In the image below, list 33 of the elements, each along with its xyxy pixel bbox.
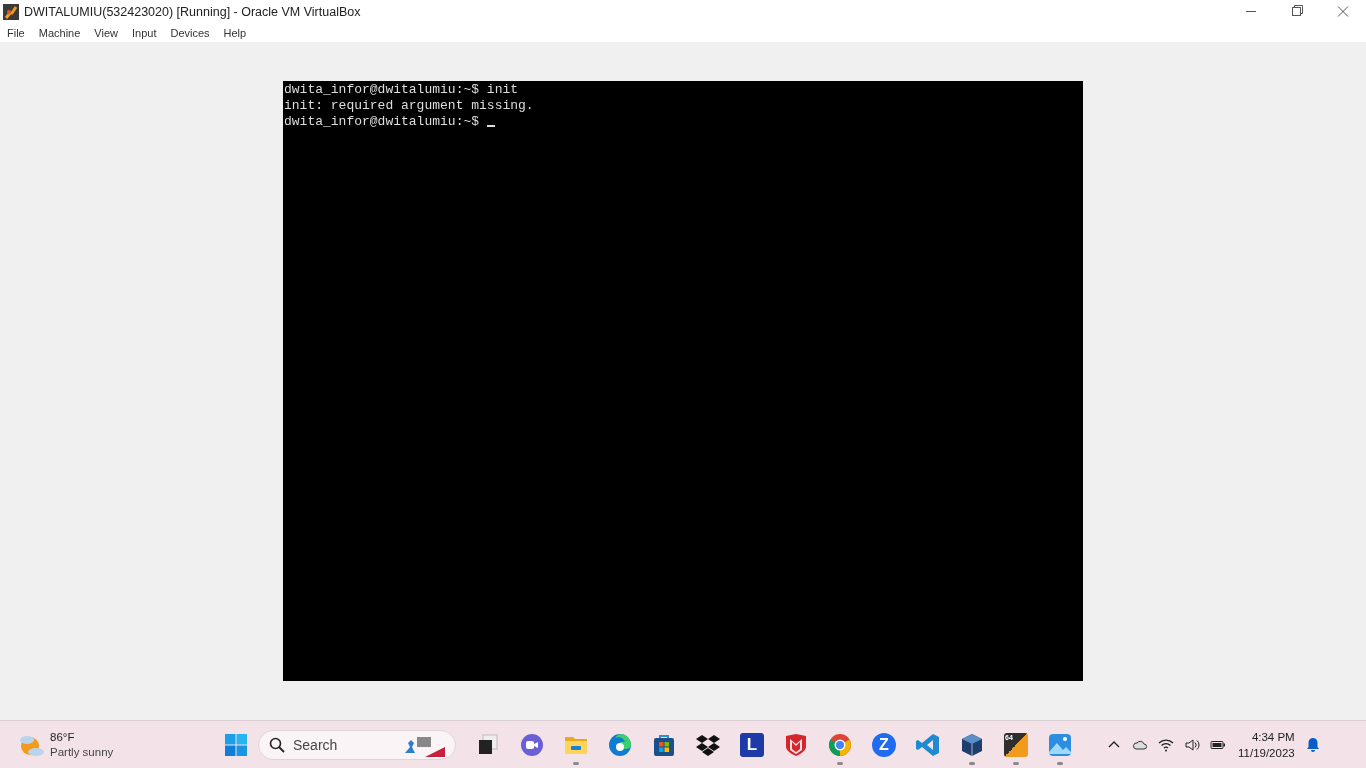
notification-bell-icon[interactable] xyxy=(1304,736,1321,753)
shopping-bag-icon xyxy=(652,732,676,757)
menu-item[interactable]: Help xyxy=(223,26,247,39)
search-icon xyxy=(269,736,285,753)
code-editor-icon xyxy=(916,732,940,757)
windows-stack-icon xyxy=(476,732,500,757)
app-icon xyxy=(3,3,19,20)
terminal-line: dwita_infor@dwitalumiu:~$ xyxy=(284,114,481,129)
terminal-line: init: required argument missing. xyxy=(284,98,534,113)
box-cluster-icon xyxy=(696,732,720,757)
speaker-icon[interactable] xyxy=(1184,736,1200,753)
windows-logo-icon xyxy=(224,732,248,757)
picture-icon xyxy=(1048,732,1072,757)
menu-item[interactable]: View xyxy=(94,26,118,39)
weather-condition: Partly sunny xyxy=(50,744,114,760)
terminal-line: dwita_infor@dwitalumiu:~$ init xyxy=(284,82,519,97)
app-icon: L xyxy=(740,732,764,757)
menu-item[interactable]: Input xyxy=(131,26,157,39)
browser-icon xyxy=(608,732,632,757)
taskbar-app-button[interactable]: Z xyxy=(862,722,906,767)
shield-icon xyxy=(784,732,808,757)
search-field[interactable]: Search xyxy=(258,729,456,760)
weather-temperature: 86°F xyxy=(50,729,76,745)
menu-item[interactable]: Machine xyxy=(38,26,81,39)
video-chat-icon xyxy=(520,732,544,757)
menu-item[interactable]: File xyxy=(7,26,25,39)
cube-icon xyxy=(960,732,984,757)
taskbar-app-button[interactable]: L xyxy=(730,722,774,767)
browser-icon xyxy=(828,732,852,757)
menu-item[interactable]: Devices xyxy=(170,26,210,39)
app-icon: Z xyxy=(872,732,896,757)
clock[interactable]: 4:34 PM 11/19/2023 xyxy=(1238,728,1295,761)
window-title: DWITALUMIU(532423020) [Running] - Oracle VM VirtualBox xyxy=(24,4,362,19)
